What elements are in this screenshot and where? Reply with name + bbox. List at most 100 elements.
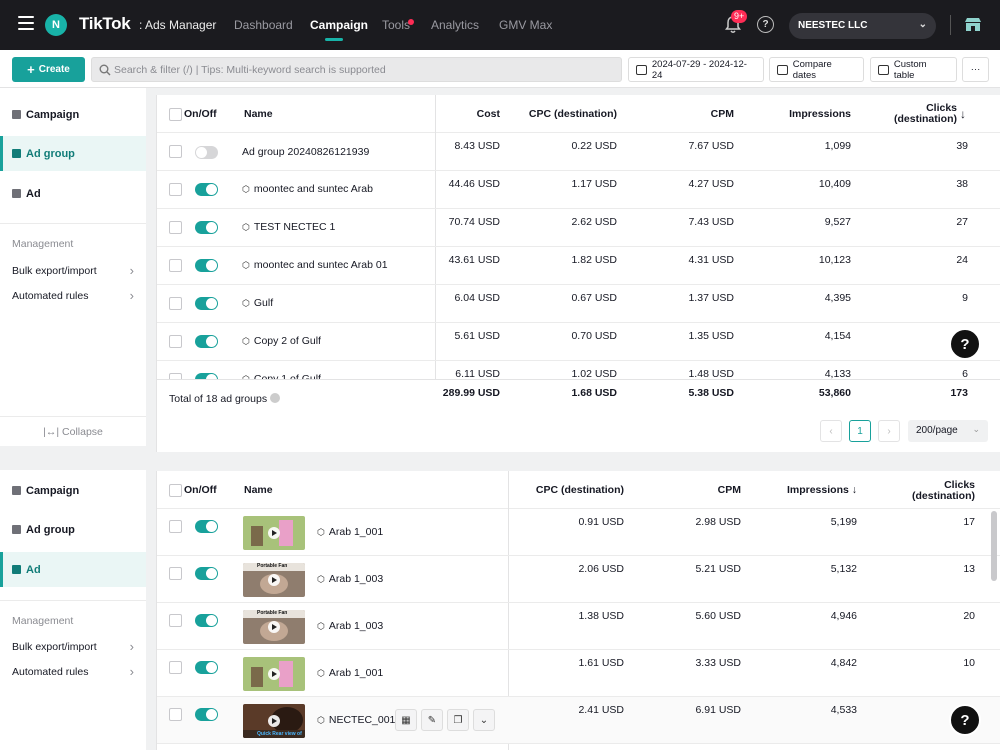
menu-icon[interactable] <box>18 16 34 30</box>
sidebar-item-campaign[interactable]: Campaign <box>0 473 146 508</box>
row-checkbox[interactable] <box>169 221 182 234</box>
nav-dashboard[interactable]: Dashboard <box>234 18 293 32</box>
ad-thumbnail[interactable] <box>243 657 305 691</box>
row-name[interactable]: ⬡ Arab 1_001 <box>317 526 383 538</box>
table-row[interactable]: ⬡ TEST NECTEC 1 70.74 USD 2.62 USD 7.43 U… <box>157 209 1000 247</box>
help-fab-button[interactable]: ? <box>949 704 981 736</box>
row-checkbox[interactable] <box>169 614 182 627</box>
row-checkbox[interactable] <box>169 183 182 196</box>
col-cpm[interactable]: CPM <box>657 484 741 496</box>
automated-rules-link[interactable]: Automated rules <box>12 664 134 679</box>
row-checkbox[interactable] <box>169 259 182 272</box>
row-toggle[interactable] <box>195 661 218 674</box>
sidebar-item-ad[interactable]: Ad <box>0 176 146 211</box>
row-toggle[interactable] <box>195 520 218 533</box>
row-checkbox[interactable] <box>169 335 182 348</box>
table-row[interactable]: ⬡ Copy 1 of Gulf 6.11 USD 1.02 USD 1.48 U… <box>157 361 1000 381</box>
row-checkbox[interactable] <box>169 708 182 721</box>
row-name[interactable]: ⬡ Copy 2 of Gulf <box>242 335 321 347</box>
row-checkbox[interactable] <box>169 520 182 533</box>
col-impressions[interactable]: Impressions ↓ <box>767 484 857 496</box>
row-toggle[interactable] <box>195 567 218 580</box>
table-row-hovered[interactable]: Quick Rear view of ⬡ NECTEC_001 ▦ ✎ ❐ ⌄ 2… <box>157 697 1000 744</box>
row-name[interactable]: ⬡ Arab 1_001 <box>317 667 383 679</box>
user-avatar[interactable]: N <box>45 14 67 36</box>
help-fab-button[interactable]: ? <box>949 328 981 360</box>
page-size-select[interactable]: 200/page ⌄ <box>908 420 988 442</box>
col-cost[interactable]: Cost <box>437 108 500 120</box>
row-checkbox[interactable] <box>169 145 182 158</box>
col-onoff[interactable]: On/Off <box>184 108 217 120</box>
row-name[interactable]: ⬡ NECTEC_001 <box>317 714 395 726</box>
row-toggle[interactable] <box>195 297 218 310</box>
row-toggle[interactable] <box>195 335 218 348</box>
row-checkbox[interactable] <box>169 297 182 310</box>
row-toggle[interactable] <box>195 259 218 272</box>
nav-analytics[interactable]: Analytics <box>431 18 479 32</box>
page-1-button[interactable]: 1 <box>849 420 871 442</box>
row-toggle[interactable] <box>195 614 218 627</box>
edit-button[interactable]: ✎ <box>421 709 443 731</box>
row-name[interactable]: ⬡ moontec and suntec Arab <box>242 183 373 195</box>
date-range-picker[interactable]: 2024-07-29 - 2024-12-24 <box>628 57 764 82</box>
col-cpc[interactable]: CPC (destination) <box>517 484 624 496</box>
duplicate-button[interactable]: ❐ <box>447 709 469 731</box>
automated-rules-link[interactable]: Automated rules <box>12 288 134 303</box>
table-row[interactable]: ⬡ Arab 1_001 1.61 USD 3.33 USD 4,842 10 <box>157 650 1000 697</box>
sidebar-item-ad-group[interactable]: Ad group <box>0 136 146 171</box>
table-row[interactable]: ⬡ moontec and suntec Arab 01 43.61 USD 1.… <box>157 247 1000 285</box>
col-name[interactable]: Name <box>244 108 273 120</box>
more-actions-button[interactable]: ⌄ <box>473 709 495 731</box>
row-toggle[interactable] <box>195 183 218 196</box>
col-impressions[interactable]: Impressions <box>747 108 851 120</box>
prev-page-button[interactable]: ‹ <box>820 420 842 442</box>
row-name[interactable]: ⬡ Arab 1_003 <box>317 573 383 585</box>
table-row[interactable]: Portable Fan ⬡ Arab 1_003 2.06 USD 5.21 U… <box>157 556 1000 603</box>
search-input[interactable] <box>114 62 604 78</box>
sort-desc-icon[interactable]: ↓ <box>960 107 966 121</box>
row-name[interactable]: ⬡ TEST NECTEC 1 <box>242 221 335 233</box>
col-name[interactable]: Name <box>244 484 273 496</box>
info-icon[interactable] <box>270 393 280 403</box>
sidebar-item-ad-group[interactable]: Ad group <box>0 512 146 547</box>
bulk-export-import-link[interactable]: Bulk export/import <box>12 639 134 654</box>
sidebar-item-campaign[interactable]: Campaign <box>0 97 146 132</box>
vertical-scrollbar[interactable] <box>991 511 997 581</box>
ad-thumbnail[interactable]: Portable Fan <box>243 610 305 644</box>
ad-thumbnail[interactable]: Portable Fan <box>243 563 305 597</box>
row-name[interactable]: ⬡ moontec and suntec Arab 01 <box>242 259 388 271</box>
view-data-button[interactable]: ▦ <box>395 709 417 731</box>
row-checkbox[interactable] <box>169 661 182 674</box>
bulk-export-import-link[interactable]: Bulk export/import <box>12 263 134 278</box>
table-row[interactable]: ⬡ Gulf 6.04 USD 0.67 USD 1.37 USD 4,395 9 <box>157 285 1000 323</box>
table-row[interactable]: Ad group 20240826121939 8.43 USD 0.22 US… <box>157 133 1000 171</box>
row-toggle[interactable] <box>195 221 218 234</box>
next-page-button[interactable]: › <box>878 420 900 442</box>
custom-table-button[interactable]: Custom table <box>870 57 957 82</box>
row-name[interactable]: ⬡ Arab 1_003 <box>317 620 383 632</box>
row-checkbox[interactable] <box>169 567 182 580</box>
col-cpc[interactable]: CPC (destination) <box>507 108 617 120</box>
col-cpm[interactable]: CPM <box>637 108 734 120</box>
select-all-checkbox[interactable] <box>169 108 182 121</box>
shop-icon[interactable] <box>964 17 982 32</box>
compare-dates-button[interactable]: Compare dates <box>769 57 864 82</box>
table-row[interactable]: ⬡ Copy 2 of Gulf 5.61 USD 0.70 USD 1.35 U… <box>157 323 1000 361</box>
row-toggle[interactable] <box>195 146 218 159</box>
ad-thumbnail[interactable] <box>243 516 305 550</box>
sidebar-item-ad[interactable]: Ad <box>0 552 146 587</box>
row-name[interactable]: Ad group 20240826121939 <box>242 146 369 158</box>
search-bar[interactable] <box>91 57 622 82</box>
create-button[interactable]: + Create <box>12 57 85 82</box>
help-icon[interactable]: ? <box>757 16 774 33</box>
nav-campaign[interactable]: Campaign <box>310 18 368 32</box>
more-options-button[interactable]: ··· <box>962 57 989 82</box>
table-row[interactable]: Portable Fan ⬡ Arab 1_003 1.38 USD 5.60 U… <box>157 603 1000 650</box>
col-onoff[interactable]: On/Off <box>184 484 217 496</box>
collapse-button[interactable]: |↔| Collapse <box>0 426 146 438</box>
nav-tools[interactable]: Tools <box>382 18 410 32</box>
nav-gmv-max[interactable]: GMV Max <box>499 18 552 32</box>
row-toggle[interactable] <box>195 708 218 721</box>
ad-thumbnail[interactable]: Quick Rear view of <box>243 704 305 738</box>
account-selector[interactable]: NEESTEC LLC ⌄ <box>789 13 936 39</box>
